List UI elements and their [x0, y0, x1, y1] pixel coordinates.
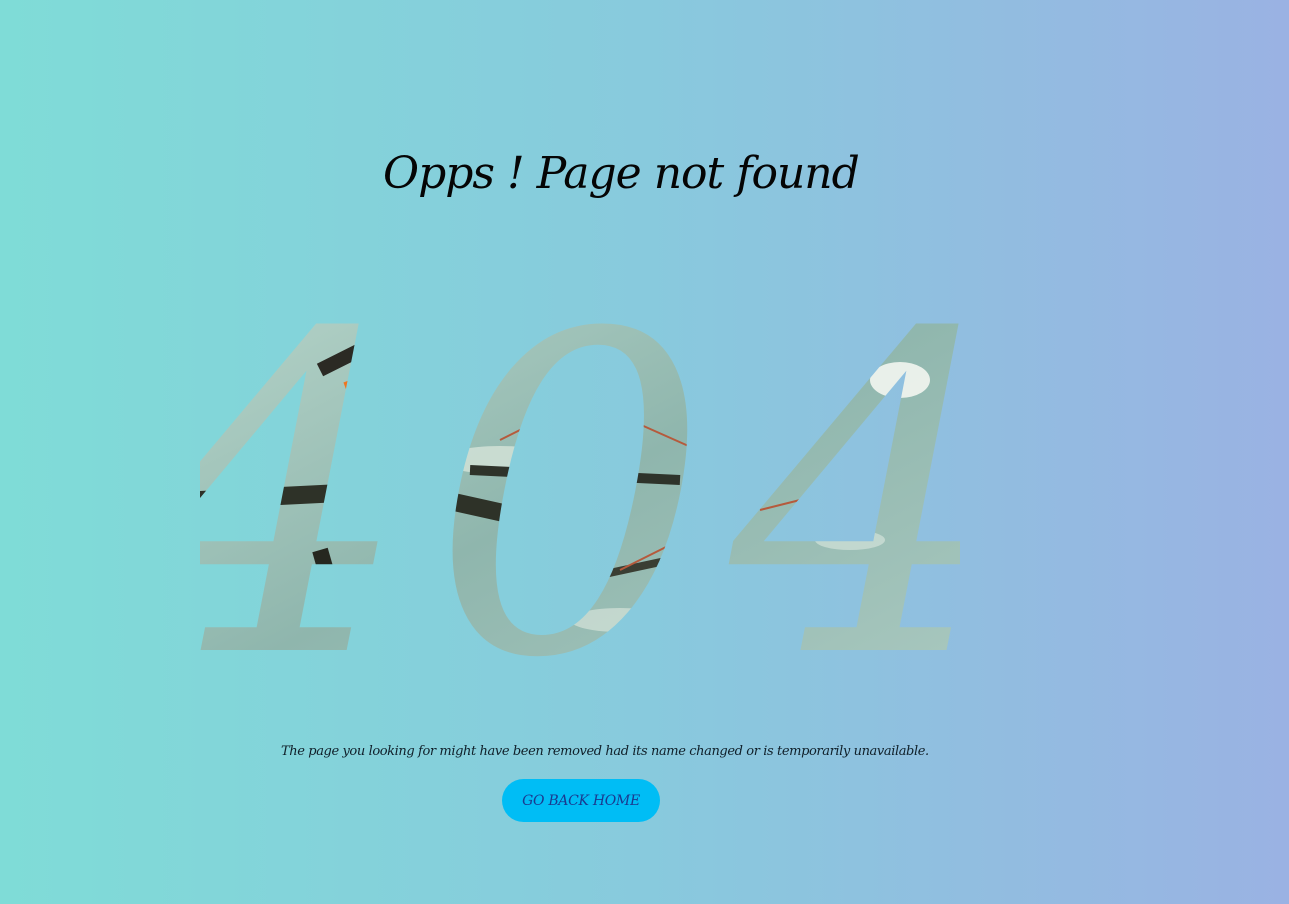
go-back-home-button[interactable]: GO BACK HOME — [502, 779, 660, 822]
error-code-text: 404 — [200, 290, 960, 690]
error-message: The page you looking for might have been… — [281, 744, 929, 759]
error-code-404-image: 404 — [200, 290, 960, 690]
page-title: Opps ! Page not found — [383, 148, 860, 199]
